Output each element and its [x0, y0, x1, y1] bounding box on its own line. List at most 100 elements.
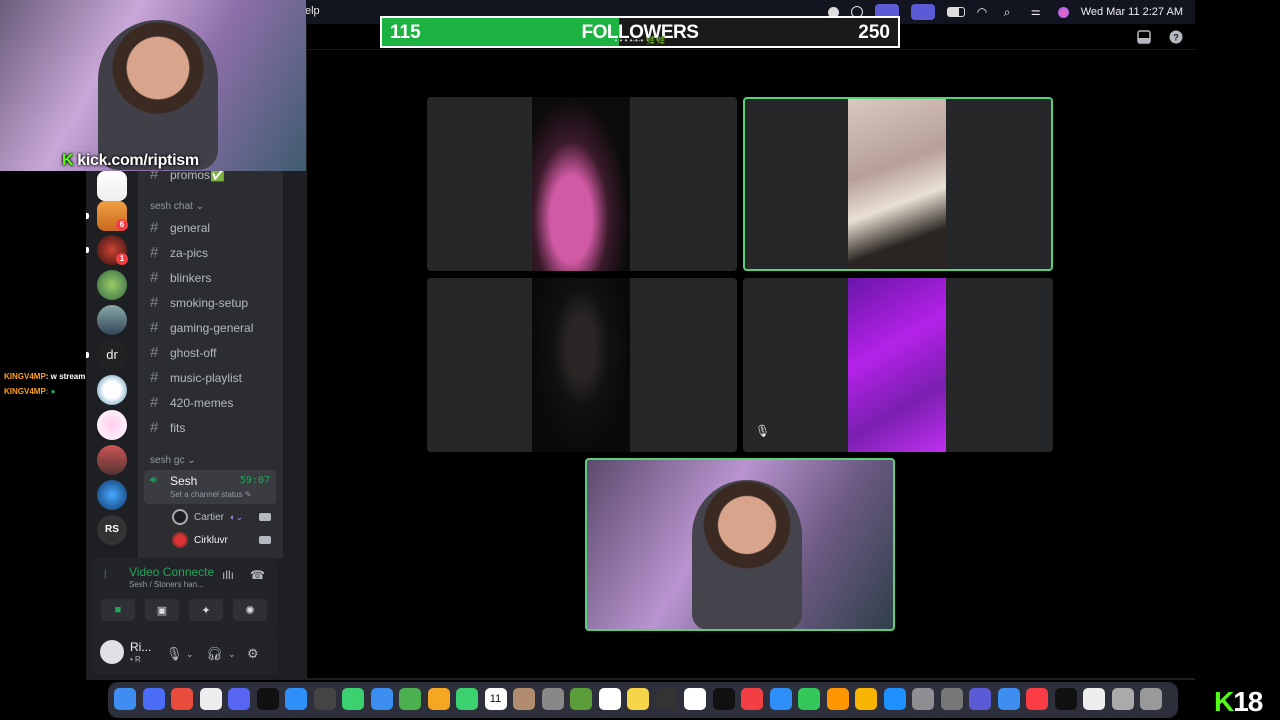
- battery-icon[interactable]: [946, 7, 965, 17]
- finder2-icon[interactable]: [997, 688, 1020, 710]
- finder-icon[interactable]: [114, 688, 136, 710]
- pencil-icon[interactable]: [855, 688, 877, 710]
- news-icon[interactable]: [741, 688, 763, 710]
- server-icon-photo[interactable]: [97, 305, 127, 335]
- channel-za-pics[interactable]: # za-pics: [150, 244, 208, 261]
- channel-music-playlist[interactable]: # music-playlist: [150, 369, 242, 386]
- tiktok-icon[interactable]: [256, 688, 279, 710]
- doc-icon[interactable]: [1083, 688, 1105, 710]
- camera-toggle-button[interactable]: ■: [101, 599, 135, 621]
- settings-icon[interactable]: [912, 688, 934, 710]
- channel-gaming-general[interactable]: # gaming-general: [150, 319, 253, 336]
- minecraft-icon[interactable]: [570, 688, 592, 710]
- channel-label: music-playlist: [170, 370, 243, 385]
- obs2-icon[interactable]: [655, 688, 678, 710]
- pages-icon[interactable]: [826, 688, 849, 710]
- screen-share-button[interactable]: ▣: [145, 599, 179, 621]
- channel-420-memes[interactable]: #420-memes: [150, 394, 233, 411]
- kick-url-text: kick.com/riptism: [77, 152, 199, 169]
- server-icon-swamp[interactable]: [97, 171, 127, 201]
- mail-icon[interactable]: [370, 688, 393, 710]
- facetime-icon[interactable]: [456, 688, 478, 710]
- user-avatar[interactable]: [100, 640, 124, 664]
- headphones-icon[interactable]: 🎧︎: [206, 646, 223, 662]
- voice-user-cirkluvr[interactable]: Cirkluvr: [172, 532, 228, 548]
- server-unread-pip: [86, 247, 89, 253]
- notes-icon[interactable]: [627, 688, 649, 710]
- siri-icon[interactable]: [1057, 6, 1069, 18]
- server-icon-character[interactable]: [97, 445, 127, 475]
- screentime-icon[interactable]: [969, 688, 991, 710]
- category-sesh-gc[interactable]: sesh gc ⌄: [150, 455, 196, 466]
- numbers-icon[interactable]: [798, 688, 820, 710]
- discord-icon[interactable]: [228, 688, 250, 710]
- photos-icon[interactable]: [427, 688, 450, 710]
- signal-icon[interactable]: ⦚: [104, 568, 107, 583]
- voice-channel-sesh[interactable]: 🔊︎ Sesh 59:07 Set a channel status ✎: [144, 470, 276, 504]
- channel-smoking-setup[interactable]: # smoking-setup: [150, 294, 248, 311]
- settings-icon[interactable]: ⚙︎: [247, 646, 259, 662]
- contacts-icon[interactable]: [513, 688, 535, 710]
- video-tile-4[interactable]: 🎙︎: [743, 278, 1053, 452]
- help-icon[interactable]: ?: [1169, 30, 1183, 44]
- chat-message: KINGV4MP: w stream: [4, 372, 85, 381]
- soundboard-button[interactable]: ✺: [233, 599, 267, 621]
- noise-suppression-icon[interactable]: ıllı: [222, 568, 234, 582]
- reminders-icon[interactable]: [598, 688, 621, 710]
- calendar-icon[interactable]: 11: [484, 688, 507, 710]
- control-center-icon[interactable]: ⚌: [1031, 5, 1046, 19]
- streamer-webcam: Kkick.com/riptism: [0, 0, 306, 171]
- menu-help[interactable]: elp: [305, 5, 320, 17]
- window-icon[interactable]: [910, 4, 935, 20]
- server-icon-dr[interactable]: dr: [97, 340, 127, 370]
- streamer-person: [98, 20, 218, 170]
- kick-url: Kkick.com/riptism: [62, 152, 199, 170]
- video-tile-self[interactable]: [585, 458, 895, 631]
- video-tile-2[interactable]: [743, 97, 1053, 271]
- server-icon-blue[interactable]: [97, 480, 127, 510]
- channel-status-button[interactable]: Set a channel status ✎: [170, 490, 251, 499]
- voice-connected-subtitle[interactable]: Sesh / Stoners han...: [129, 580, 204, 589]
- safari-icon[interactable]: [285, 688, 307, 710]
- disconnect-icon[interactable]: ☎︎: [250, 568, 265, 582]
- capcut-icon[interactable]: [1054, 688, 1077, 710]
- channel-blinkers[interactable]: # blinkers: [150, 269, 211, 286]
- messages-icon[interactable]: [342, 688, 364, 710]
- channel-general[interactable]: # general: [150, 219, 210, 236]
- activities-button[interactable]: ✦: [189, 599, 223, 621]
- maps-icon[interactable]: [399, 688, 421, 710]
- mic-icon[interactable]: 🎙︎: [166, 646, 183, 662]
- video-tile-3[interactable]: [427, 278, 737, 452]
- music-icon[interactable]: [1026, 688, 1048, 710]
- settings2-icon[interactable]: [940, 688, 963, 710]
- chevron-down-icon[interactable]: ⌄: [228, 649, 236, 660]
- menubar-clock[interactable]: Wed Mar 11 2:27 AM: [1081, 6, 1183, 18]
- trash-icon[interactable]: [1140, 688, 1162, 710]
- folder-icon[interactable]: [1111, 688, 1134, 710]
- server-icon-drop[interactable]: [97, 410, 127, 440]
- category-sesh-chat[interactable]: sesh chat ⌄: [150, 201, 204, 212]
- wifi-icon[interactable]: ◠: [977, 5, 992, 19]
- server-icon-green[interactable]: [97, 270, 127, 300]
- roblox-icon[interactable]: [541, 688, 564, 710]
- chrome-icon[interactable]: [171, 688, 193, 710]
- search-icon[interactable]: ⌕: [1004, 5, 1019, 19]
- appletv-icon[interactable]: [712, 688, 735, 710]
- inbox-icon[interactable]: [1137, 30, 1151, 44]
- appstore-icon[interactable]: [883, 688, 906, 710]
- chevron-down-icon[interactable]: ⌄: [186, 649, 194, 660]
- server-icon-cartoon[interactable]: [97, 375, 127, 405]
- chat-text: : ●: [45, 387, 56, 396]
- video-tile-1[interactable]: [427, 97, 737, 271]
- user-name[interactable]: Ri...: [130, 640, 151, 654]
- freeform-icon[interactable]: [684, 688, 706, 710]
- voice-user-cartier[interactable]: Cartier ◐⌄: [172, 509, 243, 525]
- keynote-icon[interactable]: [769, 688, 792, 710]
- launchpad-icon[interactable]: [142, 688, 165, 710]
- channel-fits[interactable]: # fits: [150, 419, 185, 436]
- obs-icon[interactable]: [313, 688, 336, 710]
- channel-ghost-off[interactable]: # ghost-off: [150, 344, 216, 361]
- channel-label: general: [170, 220, 211, 235]
- apps-icon[interactable]: [199, 688, 222, 710]
- server-icon-rs[interactable]: RS: [97, 515, 127, 545]
